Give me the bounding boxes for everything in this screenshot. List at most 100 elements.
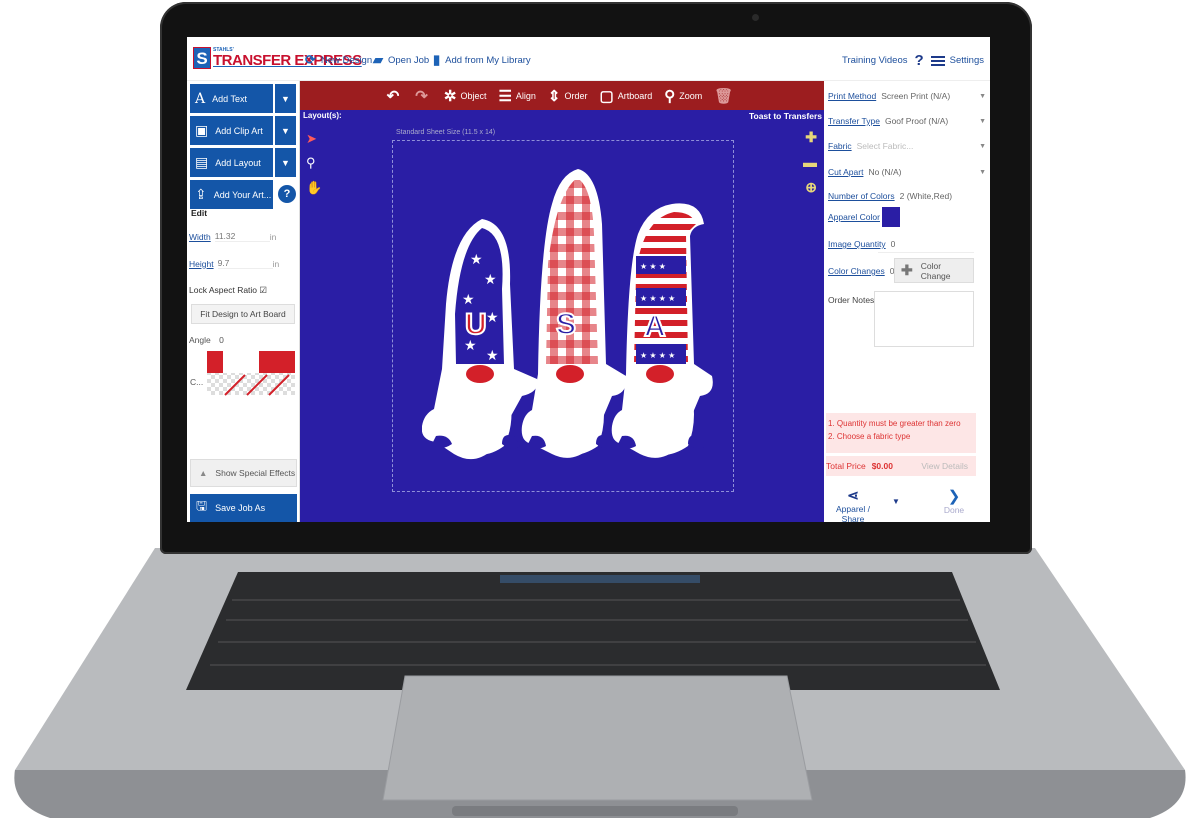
cut-apart-row[interactable]: Cut Apart No (N/A): [828, 167, 902, 177]
fabric-select[interactable]: Select Fabric...: [857, 141, 914, 151]
number-of-colors-label[interactable]: Number of Colors: [828, 191, 895, 201]
height-value[interactable]: 9.7: [217, 258, 273, 269]
gnome-letter-u: U: [465, 308, 487, 341]
done-button[interactable]: ❯ Done: [934, 487, 974, 515]
width-value[interactable]: 11.32: [214, 231, 270, 242]
add-text-label: Add Text: [212, 93, 247, 104]
laptop-notch: [452, 806, 738, 816]
gnome-u[interactable]: ★★★ ★★★ U: [422, 219, 538, 460]
show-special-effects-button[interactable]: ▲ Show Special Effects: [190, 459, 297, 487]
caret-down-icon: ▼: [281, 125, 290, 136]
color-change-button[interactable]: ✚ Color Change: [894, 258, 974, 283]
total-price-label: Total Price: [826, 461, 866, 471]
share-dropdown-icon[interactable]: ▼: [892, 497, 900, 506]
book-icon: ▮: [433, 52, 441, 67]
object-button[interactable]: ✲ Object: [444, 87, 487, 105]
object-label: Object: [460, 90, 487, 101]
add-layout-button[interactable]: ▤ Add Layout: [190, 148, 273, 177]
zoom-plus-icon[interactable]: ✚: [805, 129, 817, 146]
artboard-button[interactable]: ▢ Artboard: [600, 87, 653, 105]
align-button[interactable]: ☰ Align: [498, 87, 535, 105]
open-job-label: Open Job: [388, 54, 430, 66]
fabric-row[interactable]: Fabric Select Fabric...: [828, 141, 913, 151]
zoom-in-tool-icon[interactable]: ⚲: [306, 155, 316, 171]
order-button[interactable]: ⇕ Order: [548, 87, 588, 105]
color-changes-label[interactable]: Color Changes: [828, 266, 885, 276]
angle-value[interactable]: 0: [219, 335, 224, 345]
apparel-color-swatch[interactable]: [881, 207, 900, 227]
transfer-type-label[interactable]: Transfer Type: [828, 116, 880, 126]
save-job-button[interactable]: 🖫 Save Job As: [190, 494, 297, 522]
open-job-button[interactable]: ▰ Open Job: [373, 52, 429, 68]
print-method-select[interactable]: Screen Print (N/A): [881, 91, 950, 101]
add-clip-art-button[interactable]: ▣ Add Clip Art: [190, 116, 273, 145]
apparel-color-row[interactable]: Apparel Color: [828, 207, 900, 227]
undo-button[interactable]: ↶: [387, 87, 404, 105]
camera: [752, 14, 759, 21]
pan-hand-icon[interactable]: ✋: [306, 180, 322, 196]
delete-button[interactable]: 🗑: [714, 87, 737, 105]
transfer-type-select[interactable]: Goof Proof (N/A): [885, 116, 948, 126]
checkbox-checked-icon[interactable]: ☑: [259, 285, 267, 295]
height-field[interactable]: Height 9.7 in: [189, 258, 279, 269]
align-label: Align: [515, 90, 536, 101]
order-notes-textarea[interactable]: [874, 291, 974, 347]
svg-text:★ ★ ★: ★ ★ ★: [640, 262, 666, 271]
order-options-panel: Print Method Screen Print (N/A) ▼ Transf…: [824, 81, 990, 522]
share-icon: ⋖: [847, 487, 859, 503]
undo-icon: ↶: [386, 87, 400, 105]
order-notes-label: Order Notes: [828, 295, 875, 305]
caret-down-icon: ▼: [281, 93, 290, 104]
width-field[interactable]: Width 11.32 in: [189, 231, 276, 242]
print-method-row[interactable]: Print Method Screen Print (N/A): [828, 91, 950, 101]
lock-aspect-ratio[interactable]: Lock Aspect Ratio ☑: [189, 285, 267, 296]
redo-button[interactable]: ↷: [415, 87, 432, 105]
zoom-button[interactable]: ⚲ Zoom: [664, 87, 702, 105]
zoom-minus-icon[interactable]: ▬: [803, 154, 817, 170]
chevron-down-icon[interactable]: ▼: [979, 143, 986, 150]
logo-badge-icon: S: [193, 47, 211, 69]
print-method-label[interactable]: Print Method: [828, 91, 876, 101]
add-your-art-button[interactable]: ⇪ Add Your Art...: [190, 180, 273, 209]
chevron-down-icon[interactable]: ▼: [979, 118, 986, 125]
cut-apart-label[interactable]: Cut Apart: [828, 167, 863, 177]
new-design-button[interactable]: ⟳ New Design: [305, 52, 372, 68]
cut-apart-select[interactable]: No (N/A): [868, 167, 901, 177]
image-quantity-label[interactable]: Image Quantity: [828, 239, 886, 249]
angle-field[interactable]: Angle 0: [189, 335, 224, 345]
chevron-down-icon[interactable]: ▼: [979, 93, 986, 100]
help-question-icon[interactable]: ?: [278, 185, 296, 203]
usa-gnomes-artwork[interactable]: ★★★ ★★★ U S ★ ★ ★★ ★ ★ ★★ ★ ★ ★ A: [422, 164, 728, 464]
gnome-s[interactable]: S: [521, 169, 627, 458]
view-details-button[interactable]: View Details: [921, 461, 968, 471]
pointer-icon[interactable]: ➤: [306, 131, 317, 147]
fit-design-button[interactable]: Fit Design to Art Board: [191, 304, 295, 324]
color-swatches[interactable]: [203, 351, 297, 399]
help-icon[interactable]: ?: [915, 52, 924, 69]
transfer-type-row[interactable]: Transfer Type Goof Proof (N/A): [828, 116, 948, 126]
top-nav-bar: S STAHLS' TRANSFER EXPRESS ⟳ New Design …: [187, 37, 990, 81]
add-from-library-button[interactable]: ▮ Add from My Library: [433, 52, 531, 68]
add-text-button[interactable]: A Add Text: [190, 84, 273, 113]
design-canvas[interactable]: ↶ ↷ ✲ Object ☰ Align ⇕ Order ▢ Artboard ⚲ Zoo…: [300, 81, 824, 522]
menu-icon[interactable]: [930, 54, 945, 68]
zoom-fit-icon[interactable]: ⊕: [805, 179, 817, 196]
chevron-down-icon[interactable]: ▼: [979, 169, 986, 176]
error-fabric: 2. Choose a fabric type: [828, 432, 911, 441]
artboard-label: Artboard: [617, 90, 653, 101]
width-label: Width: [189, 231, 211, 242]
laptop-mockup: S STAHLS' TRANSFER EXPRESS ⟳ New Design …: [0, 0, 1190, 823]
image-quantity-input[interactable]: 0: [891, 239, 896, 249]
gnome-a[interactable]: ★ ★ ★ ★ ★ ★ ★ ★ ★ ★ ★ A: [611, 203, 713, 458]
add-text-dropdown[interactable]: ▼: [275, 84, 296, 113]
add-clip-art-dropdown[interactable]: ▼: [275, 116, 296, 145]
apparel-color-label[interactable]: Apparel Color: [828, 212, 880, 222]
apparel-share-button[interactable]: ⋖ Apparel / Share: [828, 487, 878, 522]
training-videos-link[interactable]: Training Videos: [842, 55, 907, 66]
fabric-label[interactable]: Fabric: [828, 141, 852, 151]
settings-link[interactable]: Settings: [950, 55, 984, 66]
gnome-letter-a: A: [644, 310, 666, 343]
canvas-toolbar: ↶ ↷ ✲ Object ☰ Align ⇕ Order ▢ Artboard ⚲ Zoo…: [300, 81, 824, 110]
image-quantity-row[interactable]: Image Quantity 0: [828, 239, 895, 249]
add-layout-dropdown[interactable]: ▼: [275, 148, 296, 177]
